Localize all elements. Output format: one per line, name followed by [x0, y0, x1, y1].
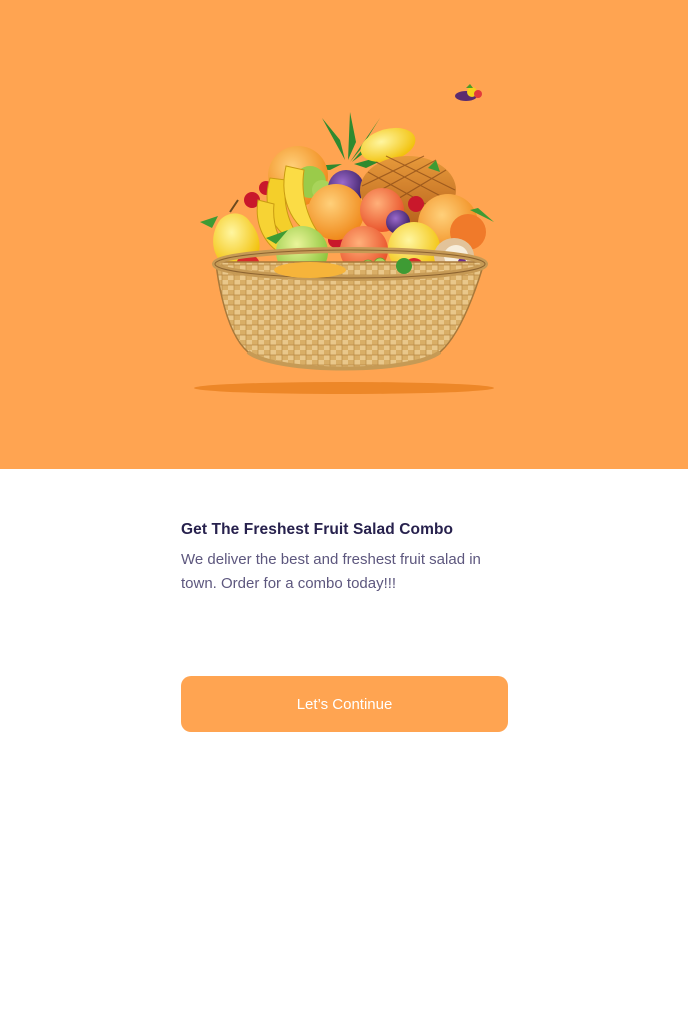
page-description: We deliver the best and freshest fruit s…: [181, 551, 481, 592]
hero-banner: [0, 0, 688, 469]
fruit-basket-illustration: [194, 84, 494, 394]
continue-button[interactable]: Let’s Continue: [181, 676, 508, 732]
page-title: Get The Freshest Fruit Salad Combo: [181, 521, 454, 538]
welcome-section: Get The Freshest Fruit Salad Combo We de…: [181, 520, 511, 596]
